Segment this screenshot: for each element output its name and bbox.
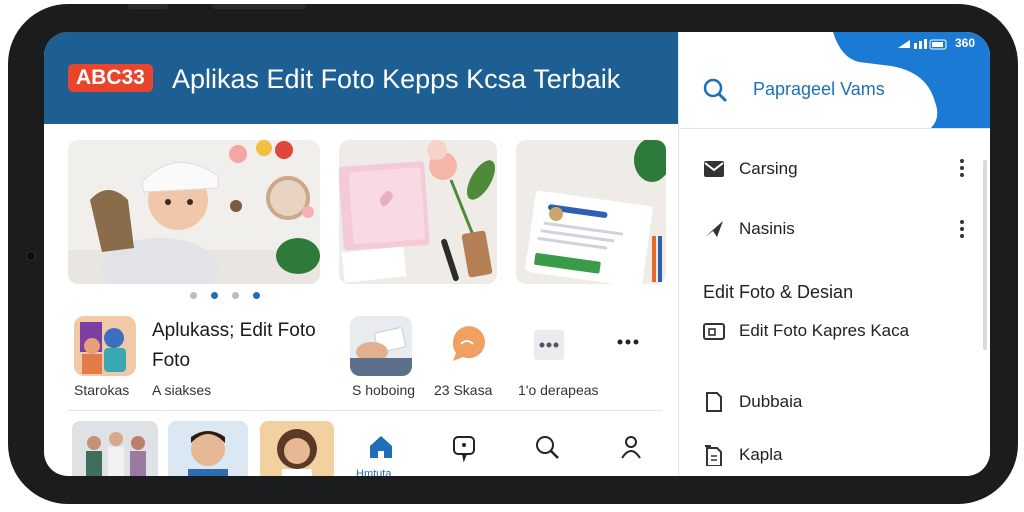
search-icon[interactable]: [701, 76, 729, 104]
drawer-item-label: Kapla: [739, 445, 783, 464]
app-tile-more-label: 1'o derapeas: [518, 382, 599, 398]
drawer-item-nasinis[interactable]: Nasinis: [703, 214, 795, 244]
carousel-dot[interactable]: [232, 292, 239, 299]
kebab-menu-icon[interactable]: [959, 219, 965, 239]
app-tile-hands-label: S hoboing: [352, 382, 416, 398]
app-logo[interactable]: ABC33: [68, 64, 153, 92]
featured-app-label: Starokas: [74, 382, 130, 398]
folder-icon: [703, 323, 725, 340]
section-divider: [68, 410, 662, 411]
carousel-card-document[interactable]: [516, 140, 666, 284]
document-icon: [705, 445, 722, 466]
page-title: Aplikas Edit Foto Kepps Kcsa Terbaik: [172, 64, 621, 94]
drawer-item-label: Nasinis: [739, 219, 795, 238]
thumbnail-woman[interactable]: [260, 421, 334, 476]
drawer-item-label: Carsing: [739, 159, 798, 178]
mail-icon: [704, 161, 724, 177]
drawer-search-input[interactable]: Paprageel Vams: [753, 79, 885, 100]
drawer-scrollbar[interactable]: [983, 160, 987, 350]
home-nav-label[interactable]: Hmtuta: [356, 468, 391, 476]
drawer-header: 360 Paprageel Vams: [679, 32, 990, 128]
app-header: ABC33 Aplikas Edit Foto Kepps Kcsa Terba…: [44, 32, 678, 124]
thumbnail-boy[interactable]: [168, 421, 248, 476]
carousel-dot[interactable]: [190, 292, 197, 299]
file-icon: [706, 392, 722, 412]
app-tile-more[interactable]: [522, 316, 584, 376]
drawer-divider: [679, 128, 990, 129]
thumbnail-family[interactable]: [72, 421, 158, 476]
search-icon[interactable]: [532, 432, 562, 462]
more-options-icon[interactable]: [616, 332, 640, 352]
carousel-dots[interactable]: [190, 292, 260, 299]
drawer-item-carsing[interactable]: Carsing: [703, 154, 798, 184]
carousel-card-notebook[interactable]: [339, 140, 497, 284]
phone-button: [128, 4, 168, 9]
carousel-card-baby[interactable]: [68, 140, 320, 284]
front-camera: [26, 251, 36, 261]
featured-app-icon[interactable]: [74, 316, 136, 376]
featured-app-name[interactable]: Aplukass; Edit Foto Foto: [152, 316, 352, 376]
drawer-section-title: Edit Foto & Desian: [703, 282, 854, 302]
app-tile-hands[interactable]: [350, 316, 412, 376]
drawer-item-edit-foto[interactable]: Edit Foto Kapres Kaca: [703, 316, 909, 346]
app-tile-chat-label: 23 Skasa: [434, 382, 493, 398]
kebab-menu-icon[interactable]: [959, 158, 965, 178]
carousel-dot[interactable]: [253, 292, 260, 299]
send-icon: [705, 221, 723, 237]
status-text: 360: [954, 36, 975, 50]
drawer-item-label: Edit Foto Kapres Kaca: [739, 321, 910, 340]
screen: ABC33 Aplikas Edit Foto Kepps Kcsa Terba…: [44, 32, 990, 476]
app-tile-chat[interactable]: [439, 316, 501, 376]
status-bar: 360: [896, 36, 975, 50]
phone-button: [212, 4, 306, 9]
chat-icon[interactable]: [449, 432, 479, 463]
featured-app-sub: A siakses: [152, 382, 212, 398]
drawer-item-kapla[interactable]: Kapla: [703, 440, 782, 470]
side-drawer: 360 Paprageel Vams Carsing Nasinis Edit …: [678, 32, 990, 476]
drawer-item-dubbaia[interactable]: Dubbaia: [703, 387, 802, 417]
carousel-dot-active[interactable]: [211, 292, 218, 299]
home-icon[interactable]: [366, 432, 396, 462]
profile-icon[interactable]: [616, 432, 646, 462]
drawer-item-label: Dubbaia: [739, 392, 803, 411]
